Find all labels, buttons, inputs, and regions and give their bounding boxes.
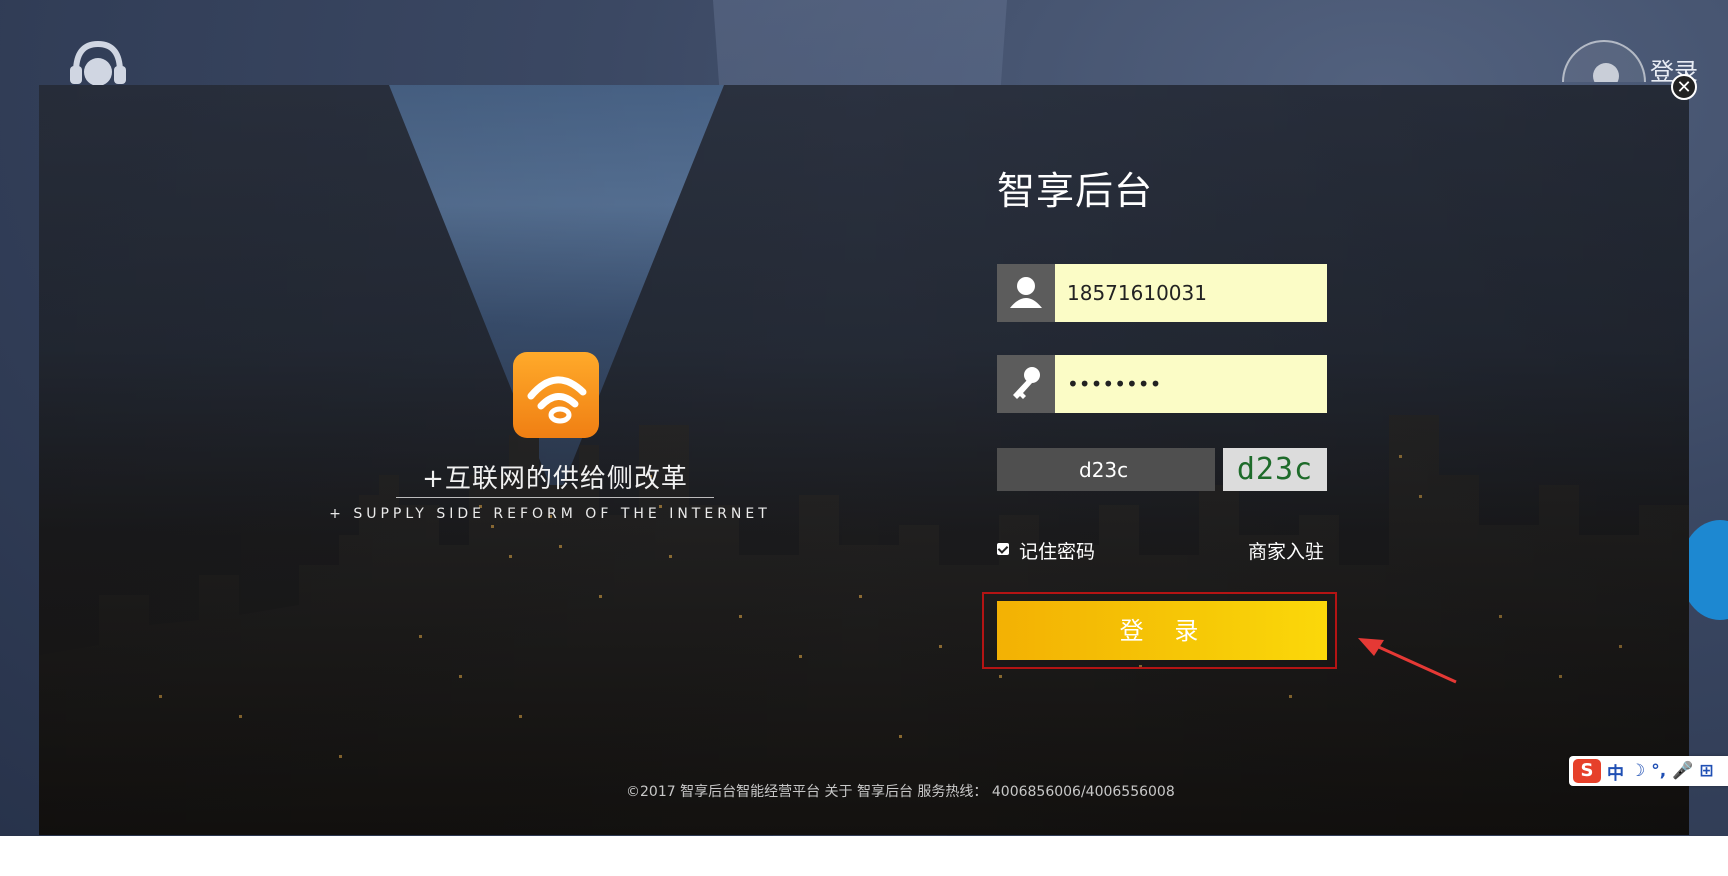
remember-password[interactable]: 记住密码 bbox=[997, 537, 1095, 564]
modal-overlay bbox=[39, 85, 1689, 835]
user-field-icon-box bbox=[997, 264, 1055, 322]
password-field bbox=[997, 355, 1327, 413]
person-icon bbox=[1010, 277, 1042, 308]
punctuation-icon[interactable]: °, bbox=[1651, 761, 1666, 781]
username-input[interactable] bbox=[1055, 264, 1327, 322]
captcha-image[interactable]: d23c bbox=[1223, 448, 1327, 491]
remember-label: 记住密码 bbox=[1019, 541, 1096, 563]
app-logo bbox=[513, 352, 599, 438]
password-input[interactable] bbox=[1055, 355, 1327, 413]
username-field bbox=[997, 264, 1327, 322]
ime-mode[interactable]: 中 bbox=[1607, 759, 1624, 784]
arrow-annotation-icon bbox=[1358, 638, 1457, 684]
ime-toolbar: S 中 ☽ °, 🎤 ⊞ bbox=[1569, 756, 1728, 786]
moon-icon[interactable]: ☽ bbox=[1630, 761, 1645, 781]
keyboard-icon[interactable]: ⊞ bbox=[1699, 761, 1713, 781]
merchant-signup-link[interactable]: 商家入驻 bbox=[1248, 537, 1324, 564]
close-button[interactable]: ✕ bbox=[1671, 74, 1697, 100]
form-title: 智享后台 bbox=[997, 169, 1154, 213]
wifi-logo-icon bbox=[527, 376, 587, 424]
login-button[interactable]: 登 录 bbox=[997, 601, 1327, 660]
page-bottom-band bbox=[0, 836, 1728, 876]
login-modal bbox=[39, 85, 1689, 835]
password-field-icon-box bbox=[997, 355, 1055, 413]
remember-checkbox[interactable] bbox=[997, 543, 1009, 555]
captcha-input[interactable] bbox=[997, 448, 1215, 491]
slogan-english: + SUPPLY SIDE REFORM OF THE INTERNET bbox=[329, 506, 771, 522]
headset-icon bbox=[70, 40, 126, 86]
slogan-chinese: +互联网的供给侧改革 bbox=[422, 464, 688, 494]
key-icon bbox=[1013, 367, 1040, 399]
footer-copyright: ©2017 智享后台智能经营平台 关于 智享后台 服务热线： 400685600… bbox=[626, 784, 1175, 800]
sogou-logo-icon[interactable]: S bbox=[1573, 759, 1601, 783]
slogan-divider bbox=[396, 497, 714, 498]
microphone-icon[interactable]: 🎤 bbox=[1672, 761, 1693, 781]
